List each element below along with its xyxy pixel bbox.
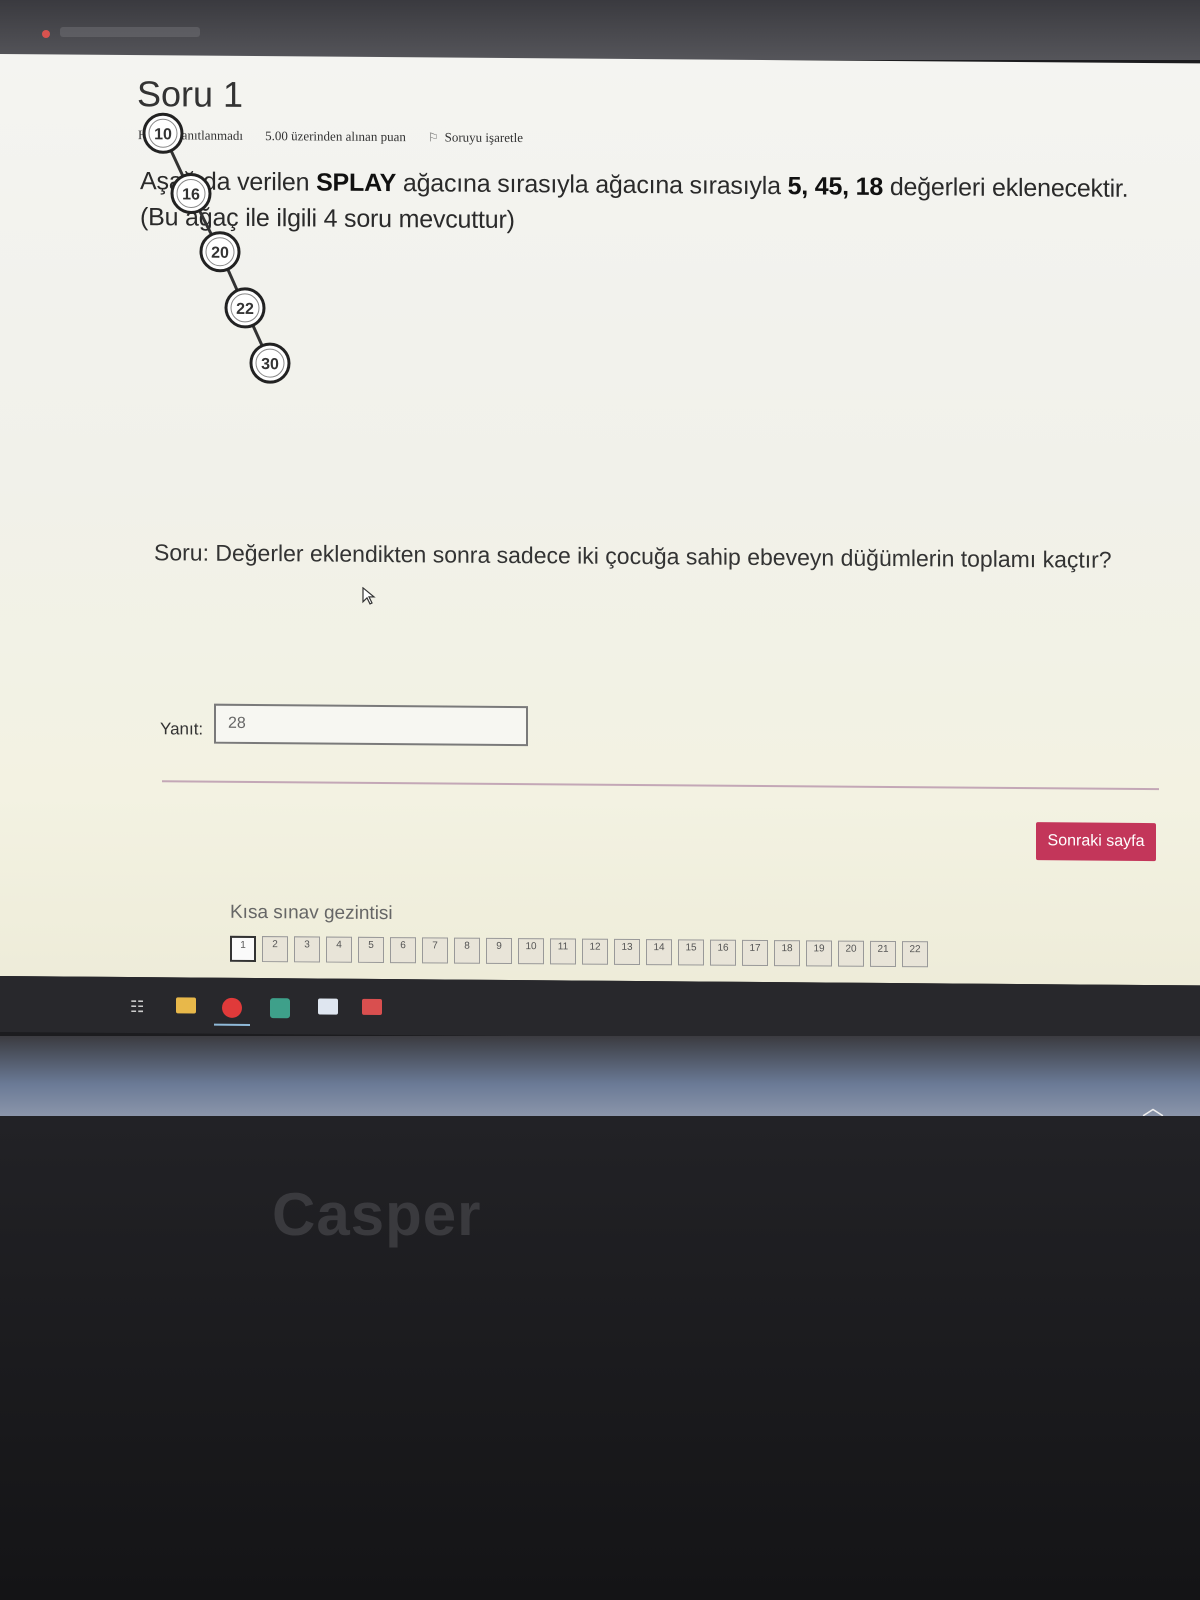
question-points: 5.00 üzerinden alınan puan — [265, 128, 406, 145]
laptop-body — [0, 1116, 1200, 1600]
prompt-text: ağacına sırasıyla ağacına sırasıyla — [396, 169, 788, 201]
tree-node-value: 22 — [236, 301, 254, 318]
next-page-button[interactable]: Sonraki sayfa — [1036, 822, 1156, 862]
quiz-nav-item[interactable]: 22 — [902, 941, 928, 968]
flag-question-label: Soruyu işaretle — [444, 129, 523, 146]
tree-node: 10 — [142, 112, 184, 154]
brand-logo: Casper — [272, 1181, 482, 1248]
question-prompt: Aşağıda verilen SPLAY ağacına sırasıyla … — [140, 163, 1150, 243]
cursor-icon — [362, 586, 376, 605]
quiz-nav-item[interactable]: 8 — [454, 937, 480, 964]
opera-browser-icon[interactable] — [222, 997, 242, 1018]
quiz-nav-item[interactable]: 7 — [422, 937, 448, 964]
sub-question: Soru: Değerler eklendikten sonra sadece … — [154, 539, 1112, 573]
favicon-icon — [42, 30, 50, 38]
task-view-icon[interactable]: ☷ — [130, 997, 150, 1017]
tree-node: 30 — [249, 342, 291, 384]
browser-tab[interactable] — [60, 27, 200, 37]
quiz-nav-item[interactable]: 15 — [678, 939, 704, 966]
quiz-nav-item[interactable]: 5 — [358, 936, 384, 964]
tree-node-value: 10 — [154, 126, 172, 143]
screen-bottom-edge — [0, 1036, 1200, 1116]
tree-node: 16 — [170, 172, 212, 215]
quiz-nav-item[interactable]: 20 — [838, 940, 864, 967]
quiz-nav-item[interactable]: 2 — [262, 936, 288, 963]
answer-label: Yanıt: — [160, 719, 204, 739]
flag-question-link[interactable]: ⚐ Soruyu işaretle — [428, 129, 523, 146]
quiz-nav-item[interactable]: 21 — [870, 940, 896, 968]
active-app-indicator — [214, 1023, 250, 1026]
quiz-nav-item[interactable]: 3 — [294, 936, 320, 963]
tree-node-value: 30 — [261, 356, 279, 373]
prompt-text: Aşağıda verilen — [140, 167, 317, 197]
quiz-nav-item[interactable]: 19 — [806, 940, 832, 967]
question-meta: Henüz yanıtlanmadı 5.00 üzerinden alınan… — [138, 127, 523, 146]
tree-node-value: 20 — [211, 245, 229, 262]
tree-node: 22 — [224, 287, 266, 329]
chat-icon[interactable] — [318, 998, 338, 1015]
quiz-nav-item[interactable]: 12 — [582, 938, 608, 965]
splay-tree-diagram: 10 16 20 22 30 — [140, 112, 340, 537]
app-icon[interactable] — [270, 998, 290, 1019]
quiz-nav-item[interactable]: 14 — [646, 939, 672, 966]
media-app-icon[interactable] — [362, 998, 382, 1016]
flag-icon: ⚐ — [427, 129, 439, 144]
quiz-navigation: 1 2 3 4 5 6 7 8 9 10 11 12 13 14 15 16 17 18 19 20 21 22 — [230, 935, 928, 968]
quiz-nav-item[interactable]: 10 — [518, 938, 544, 965]
quiz-nav-item[interactable]: 1 — [230, 935, 256, 963]
question-title: Soru 1 — [137, 73, 244, 115]
browser-top-strip — [0, 0, 1200, 60]
section-divider — [162, 780, 1159, 791]
prompt-bold-values: 5, 45, 18 — [787, 172, 884, 201]
quiz-nav-item[interactable]: 16 — [710, 939, 736, 966]
quiz-navigation-title: Kısa sınav gezintisi — [230, 901, 393, 925]
quiz-nav-item[interactable]: 18 — [774, 940, 800, 967]
quiz-nav-item[interactable]: 9 — [486, 937, 512, 965]
answer-input[interactable] — [214, 703, 528, 747]
tree-svg: 10 16 20 22 30 — [142, 112, 291, 384]
tree-node-value: 16 — [182, 186, 200, 203]
quiz-nav-item[interactable]: 13 — [614, 938, 640, 966]
tree-node: 20 — [199, 231, 241, 273]
quiz-nav-item[interactable]: 6 — [390, 937, 416, 964]
quiz-page: Soru 1 Henüz yanıtlanmadı 5.00 üzerinden… — [0, 54, 1200, 986]
taskbar: ☷ — [0, 976, 1200, 1042]
quiz-nav-item[interactable]: 4 — [326, 936, 352, 963]
prompt-bold-tree-type: SPLAY — [316, 168, 397, 198]
quiz-nav-item[interactable]: 17 — [742, 939, 768, 967]
prompt-text: değerleri eklenecektir. — [883, 172, 1129, 203]
quiz-nav-item[interactable]: 11 — [550, 938, 576, 965]
file-explorer-icon[interactable] — [176, 997, 196, 1014]
